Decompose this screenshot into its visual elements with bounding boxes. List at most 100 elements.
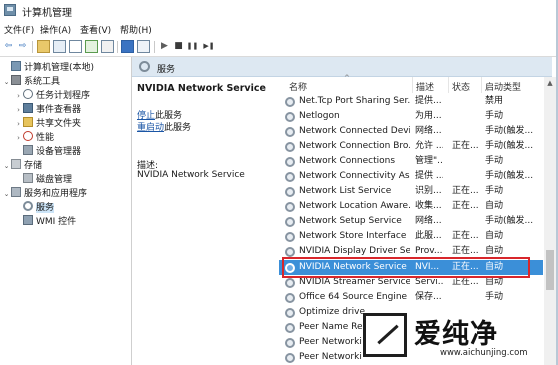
gear-icon — [285, 323, 295, 333]
service-status: 正在... — [452, 186, 479, 196]
sort-ascending-icon: ^ — [344, 74, 350, 82]
menu-file[interactable]: 文件(F) — [4, 23, 34, 36]
service-startup-type: 手动 — [485, 292, 504, 302]
tree-item-wmi-control[interactable]: WMI 控件 — [14, 215, 76, 229]
service-row[interactable]: Network Connection Bro... 允许 ... 正在... 手… — [279, 139, 543, 154]
service-name: Network Connection Bro... — [299, 141, 410, 151]
tree-item-computer-management[interactable]: 计算机管理(本地) — [2, 61, 94, 75]
disk-icon — [23, 173, 33, 183]
service-status: 正在... — [452, 231, 479, 241]
tree-item-task-scheduler[interactable]: › 任务计划程序 — [14, 89, 90, 103]
service-row[interactable]: Optimize drive — [279, 305, 543, 320]
service-row[interactable]: Network Store Interface ... 此服... 正在... … — [279, 229, 543, 244]
up-folder-icon[interactable] — [37, 40, 50, 53]
device-manager-icon — [23, 145, 33, 155]
expand-icon[interactable]: › — [14, 103, 23, 117]
service-startup-type: 手动 — [485, 111, 504, 121]
service-row[interactable]: Net.Tcp Port Sharing Ser... 提供... 禁用 — [279, 94, 543, 109]
tree-item-system-tools[interactable]: ⌄ 系统工具 — [2, 75, 60, 89]
pause-service-icon[interactable]: ❚❚ — [186, 40, 199, 53]
gear-icon — [285, 187, 295, 197]
service-status: 正在... — [452, 141, 479, 151]
tree-item-services[interactable]: 服务 — [14, 201, 55, 215]
service-description: 保存... — [415, 292, 442, 302]
gear-icon — [23, 201, 33, 211]
gear-icon — [285, 293, 295, 303]
scroll-up-icon[interactable]: ▲ — [544, 77, 556, 89]
tree-item-storage[interactable]: ⌄ 存储 — [2, 159, 42, 173]
back-icon[interactable]: ⇦ — [2, 40, 15, 53]
restart-service-icon[interactable]: ▶❚ — [201, 40, 217, 53]
column-divider[interactable] — [412, 77, 413, 93]
service-name: Office 64 Source Engine — [299, 292, 408, 302]
toolbar-divider — [32, 41, 33, 53]
service-row[interactable]: Netlogon 为用... 手动 — [279, 109, 543, 124]
column-header-startup-type[interactable]: 启动类型 — [485, 80, 521, 93]
scrollbar-thumb[interactable] — [546, 250, 554, 290]
show-hide-tree-icon[interactable] — [53, 40, 66, 53]
column-divider[interactable] — [481, 77, 482, 93]
vertical-scrollbar[interactable] — [544, 77, 556, 365]
menu-help[interactable]: 帮助(H) — [120, 23, 152, 36]
service-row[interactable]: Network Location Aware... 收集... 正在... 自动 — [279, 199, 543, 214]
title-bar: 计算机管理 — [0, 0, 558, 22]
gear-icon — [285, 127, 295, 137]
gear-icon — [285, 142, 295, 152]
service-name: Network Connected Devi... — [299, 126, 410, 136]
column-header-name[interactable]: 名称 — [289, 80, 307, 93]
service-row[interactable]: Network List Service 识别... 正在... 手动 — [279, 184, 543, 199]
gear-icon — [139, 61, 150, 72]
watermark-text: 爱纯净 — [414, 319, 498, 350]
column-header-status[interactable]: 状态 — [452, 80, 470, 93]
gear-icon — [285, 217, 295, 227]
gear-icon — [285, 202, 295, 212]
stop-service-icon[interactable]: ■ — [172, 40, 185, 53]
help-icon[interactable] — [121, 40, 134, 53]
expand-icon[interactable]: › — [14, 117, 23, 131]
console-tree: 计算机管理(本地) ⌄ 系统工具 › 任务计划程序 › 事件查看器 › 共享文件夹 › 性… — [0, 57, 132, 365]
gear-icon — [285, 353, 295, 363]
menu-view[interactable]: 查看(V) — [80, 23, 111, 36]
forward-icon[interactable]: ⇨ — [16, 40, 29, 53]
highlight-box — [282, 257, 530, 278]
column-header-description[interactable]: 描述 — [416, 80, 434, 93]
start-service-icon[interactable]: ▶ — [158, 40, 171, 53]
restart-service-link[interactable]: 重启动 — [137, 123, 164, 133]
service-name: Network Connections — [299, 156, 396, 166]
tree-item-event-viewer[interactable]: › 事件查看器 — [14, 103, 81, 117]
service-startup-type: 自动 — [485, 231, 504, 241]
menu-action[interactable]: 操作(A) — [40, 23, 71, 36]
collapse-icon[interactable]: ⌄ — [2, 75, 11, 89]
service-startup-type: 手动(触发... — [485, 126, 534, 136]
expand-icon[interactable]: › — [14, 131, 23, 145]
action-pane-icon[interactable] — [137, 40, 150, 53]
collapse-icon[interactable]: ⌄ — [2, 159, 11, 173]
tree-item-disk-management[interactable]: 磁盘管理 — [14, 173, 72, 187]
collapse-icon[interactable]: ⌄ — [2, 187, 11, 201]
tree-item-performance[interactable]: › 性能 — [14, 131, 54, 145]
service-row[interactable]: Network Connectivity Ass... 提供 ... 手动(触发… — [279, 169, 543, 184]
service-name: Netlogon — [299, 111, 340, 121]
service-row[interactable]: Office 64 Source Engine 保存... 手动 — [279, 290, 543, 305]
gear-icon — [285, 172, 295, 182]
properties-icon[interactable] — [69, 40, 82, 53]
tree-item-services-and-applications[interactable]: ⌄ 服务和应用程序 — [2, 187, 87, 201]
service-status: 正在... — [452, 201, 479, 211]
toolbar: ⇦ ⇨ ▶ ■ ❚❚ ▶❚ — [0, 38, 558, 57]
tree-item-device-manager[interactable]: 设备管理器 — [14, 145, 81, 159]
refresh-icon[interactable] — [85, 40, 98, 53]
gear-icon — [285, 247, 295, 257]
export-list-icon[interactable] — [101, 40, 114, 53]
column-divider[interactable] — [448, 77, 449, 93]
service-name: Net.Tcp Port Sharing Ser... — [299, 96, 410, 106]
tree-item-shared-folders[interactable]: › 共享文件夹 — [14, 117, 81, 131]
service-row[interactable]: Network Setup Service 网络... 手动(触发... — [279, 214, 543, 229]
service-row[interactable]: Peer Name Re — [279, 320, 543, 335]
service-description: 管理"... — [415, 156, 443, 166]
restart-service-link-row: 重启动此服务 — [137, 120, 191, 133]
service-name: Network Setup Service — [299, 216, 402, 226]
expand-icon[interactable]: › — [14, 89, 23, 103]
service-row[interactable]: Network Connections 管理"... 手动 — [279, 154, 543, 169]
service-description: 网络... — [415, 216, 442, 226]
service-row[interactable]: Network Connected Devi... 网络... 手动(触发... — [279, 124, 543, 139]
